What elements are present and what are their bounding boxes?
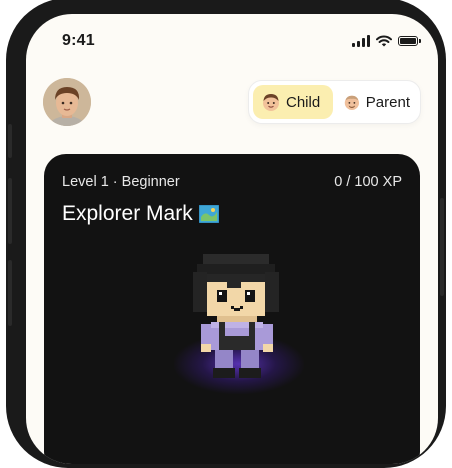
battery-icon	[398, 36, 421, 46]
mute-switch	[8, 124, 12, 158]
signal-icon	[352, 35, 370, 47]
volume-down-button	[8, 260, 12, 326]
progress-card[interactable]: Level 1 · Beginner 0 / 100 XP Explorer M…	[44, 154, 420, 464]
parent-toggle-label: Parent	[365, 93, 410, 111]
parent-toggle-button[interactable]: Parent	[335, 85, 418, 119]
status-icons	[352, 35, 421, 47]
level-label: Level 1 · Beginner	[62, 174, 180, 190]
child-avatar[interactable]	[43, 78, 91, 126]
map-icon	[198, 205, 219, 223]
xp-counter: 0 / 100 XP	[334, 174, 402, 190]
volume-up-button	[8, 178, 12, 244]
child-toggle-button[interactable]: Child	[253, 85, 333, 119]
status-time: 9:41	[62, 32, 95, 49]
avatar-photo-icon	[43, 78, 91, 126]
wifi-icon	[376, 35, 392, 47]
card-title: Explorer Mark	[62, 202, 193, 225]
explorer-character-icon	[193, 254, 279, 378]
parent-face-icon	[344, 95, 360, 111]
phone-screen: 9:41 Child Parent Level 1 · Beginner 0 /…	[26, 14, 438, 464]
status-bar: 9:41	[26, 14, 438, 64]
title-row: Explorer Mark	[62, 202, 219, 226]
child-face-icon	[263, 94, 279, 111]
power-button	[440, 198, 444, 296]
profile-toggle: Child Parent	[248, 80, 421, 124]
child-toggle-label: Child	[286, 93, 321, 111]
phone-frame: 9:41 Child Parent Level 1 · Beginner 0 /…	[6, 0, 446, 468]
